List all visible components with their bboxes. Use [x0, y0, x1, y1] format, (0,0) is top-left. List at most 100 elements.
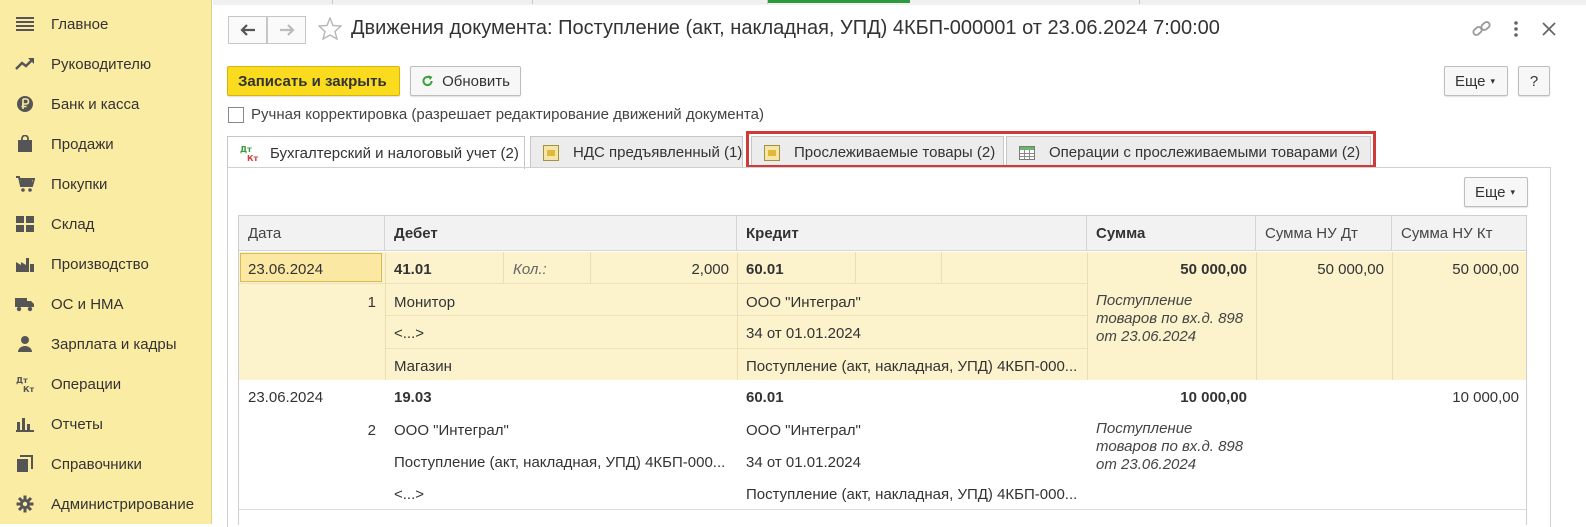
- column-header-debit[interactable]: Дебет: [385, 216, 737, 251]
- warehouse-icon: [14, 215, 36, 233]
- factory-icon: [14, 255, 36, 273]
- shopping-bag-icon: [14, 135, 36, 153]
- row-content: Поступление товаров по вх.д. 898 от 23.0…: [1096, 292, 1244, 345]
- sidebar-item-salary[interactable]: Зарплата и кадры: [0, 324, 212, 364]
- sidebar-item-label: Зарплата и кадры: [51, 335, 177, 353]
- gear-icon: [14, 495, 36, 513]
- row-amount: 50 000,00: [1180, 261, 1247, 278]
- sidebar-item-label: Операции: [51, 375, 122, 393]
- column-header-amount-nu-dt[interactable]: Сумма НУ Дт: [1256, 216, 1392, 251]
- sidebar-item-label: ОС и НМА: [51, 295, 124, 313]
- svg-text:Дт: Дт: [240, 145, 252, 154]
- active-window-indicator[interactable]: [768, 0, 910, 3]
- close-icon[interactable]: [1541, 19, 1557, 42]
- svg-text:Дт: Дт: [16, 376, 28, 385]
- more-vertical-icon[interactable]: [1512, 19, 1520, 42]
- trend-icon: [14, 55, 36, 73]
- manual-correction-label[interactable]: Ручная корректировка (разрешает редактир…: [251, 106, 764, 123]
- sidebar-item-reports[interactable]: Отчеты: [0, 404, 212, 444]
- sidebar-item-label: Отчеты: [51, 415, 103, 433]
- tab-accounting[interactable]: Дт Кт Бухгалтерский и налоговый учет (2): [227, 136, 525, 169]
- highlight-frame: [746, 131, 1376, 168]
- credit-subconto-3: Поступление (акт, накладная, УПД) 4КБП-0…: [746, 486, 1078, 503]
- debit-subconto-1: Монитор: [394, 294, 456, 311]
- credit-subconto-1: ООО "Интеграл": [746, 294, 861, 311]
- credit-account: 60.01: [746, 261, 784, 278]
- row-number: 2: [367, 422, 376, 439]
- bar-chart-icon: [14, 415, 36, 433]
- column-header-amount[interactable]: Сумма: [1087, 216, 1256, 251]
- row-date: 23.06.2024: [248, 261, 324, 278]
- person-icon: [14, 335, 36, 353]
- sidebar-item-fixed-assets[interactable]: ОС и НМА: [0, 284, 212, 324]
- debit-subconto-2: <...>: [394, 325, 425, 342]
- column-header-credit[interactable]: Кредит: [737, 216, 1087, 251]
- sidebar-item-production[interactable]: Производство: [0, 244, 212, 284]
- svg-text:Кт: Кт: [247, 154, 259, 162]
- row-amount-nu-dt: 50 000,00: [1317, 261, 1384, 278]
- sidebar-item-warehouse[interactable]: Склад: [0, 204, 212, 244]
- sidebar-item-admin[interactable]: Администрирование: [0, 484, 212, 524]
- row-amount: 10 000,00: [1180, 389, 1247, 406]
- debit-subconto-3: Магазин: [394, 358, 452, 375]
- quantity-value: 2,000: [691, 261, 729, 278]
- svg-text:Кт: Кт: [23, 385, 35, 393]
- sidebar-item-bank[interactable]: Банк и касса: [0, 84, 212, 124]
- sidebar-item-label: Руководителю: [51, 55, 152, 73]
- debit-account: 19.03: [394, 389, 432, 406]
- more-button-label: Еще: [1475, 183, 1506, 201]
- arrow-right-icon: [279, 24, 295, 36]
- debit-subconto-2: Поступление (акт, накладная, УПД) 4КБП-0…: [394, 454, 726, 471]
- star-icon[interactable]: [317, 16, 343, 43]
- help-button[interactable]: ?: [1518, 66, 1550, 96]
- sidebar-item-label: Производство: [51, 255, 149, 273]
- debit-subconto-3: <...>: [394, 486, 425, 503]
- tab-label: НДС предъявленный (1): [573, 144, 743, 161]
- refresh-button-label: Обновить: [442, 72, 510, 90]
- tab-label: Бухгалтерский и налоговый учет (2): [270, 144, 519, 162]
- back-button[interactable]: [228, 16, 267, 44]
- sidebar-item-purchases[interactable]: Покупки: [0, 164, 212, 204]
- link-icon[interactable]: [1471, 19, 1493, 42]
- credit-account: 60.01: [746, 389, 784, 406]
- page-title: Движения документа: Поступление (акт, на…: [351, 17, 1220, 39]
- sidebar-item-references[interactable]: Справочники: [0, 444, 212, 484]
- document-movements-window: Движения документа: Поступление (акт, на…: [213, 5, 1586, 527]
- credit-subconto-2: 34 от 01.01.2024: [746, 454, 861, 471]
- refresh-icon: [422, 75, 433, 87]
- forward-button[interactable]: [267, 16, 306, 44]
- more-button[interactable]: Еще ▾: [1444, 66, 1508, 96]
- sidebar-item-sales[interactable]: Продажи: [0, 124, 212, 164]
- refresh-button[interactable]: Обновить: [410, 66, 521, 96]
- books-icon: [14, 455, 36, 473]
- row-date: 23.06.2024: [248, 389, 324, 406]
- sidebar-item-main[interactable]: Главное: [0, 4, 212, 44]
- ruble-coin-icon: [14, 95, 36, 113]
- dropdown-arrow-icon: ▾: [1510, 186, 1516, 197]
- sidebar-item-manager[interactable]: Руководителю: [0, 44, 212, 84]
- quantity-label: Кол.:: [513, 261, 547, 278]
- sidebar-item-label: Главное: [51, 15, 109, 33]
- arrow-left-icon: [239, 24, 255, 36]
- column-header-amount-nu-kt[interactable]: Сумма НУ Кт: [1392, 216, 1526, 251]
- manual-correction-checkbox[interactable]: [228, 107, 244, 123]
- sidebar-item-label: Справочники: [51, 455, 142, 473]
- save-and-close-button[interactable]: Записать и закрыть: [227, 66, 400, 96]
- more-button-label: Еще: [1455, 72, 1486, 90]
- movements-table[interactable]: Дата Дебет Кредит Сумма Сумма НУ Дт Сумм…: [238, 215, 1527, 525]
- sidebar-item-operations[interactable]: Дт Кт Операции: [0, 364, 212, 404]
- sidebar-item-label: Покупки: [51, 175, 108, 193]
- credit-subconto-2: 34 от 01.01.2024: [746, 325, 861, 342]
- sidebar: Главное Руководителю Банк и касса Продаж…: [0, 0, 212, 524]
- tab-vat[interactable]: НДС предъявленный (1): [530, 136, 743, 168]
- credit-subconto-3: Поступление (акт, накладная, УПД) 4КБП-0…: [746, 358, 1078, 375]
- panel-more-button[interactable]: Еще ▾: [1464, 177, 1528, 207]
- sidebar-item-label: Продажи: [51, 135, 114, 153]
- dropdown-arrow-icon: ▾: [1490, 75, 1496, 86]
- truck-icon: [14, 295, 36, 313]
- row-amount-nu-kt: 10 000,00: [1452, 389, 1519, 406]
- debit-subconto-1: ООО "Интеграл": [394, 422, 509, 439]
- row-content: Поступление товаров по вх.д. 898 от 23.0…: [1096, 420, 1244, 473]
- menu-icon: [14, 15, 36, 33]
- column-header-date[interactable]: Дата: [239, 216, 385, 251]
